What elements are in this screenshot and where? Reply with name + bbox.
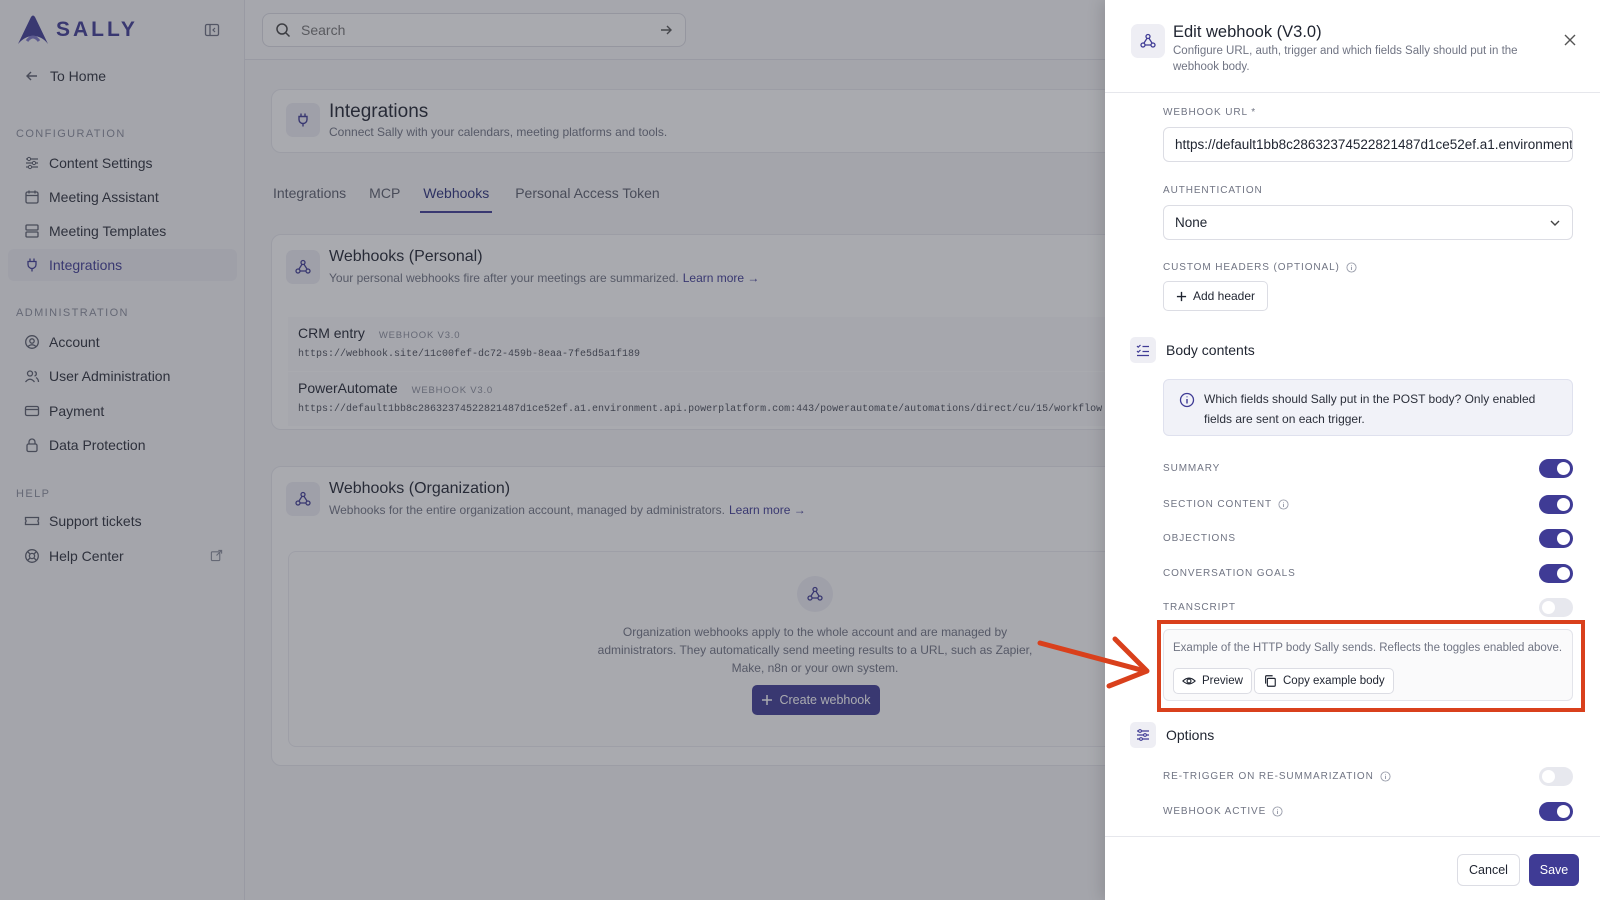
info-icon[interactable]	[1278, 498, 1289, 510]
save-button[interactable]: Save	[1529, 854, 1579, 886]
body-contents-header: Body contents	[1130, 337, 1255, 363]
plus-icon	[1176, 291, 1187, 301]
add-header-label: Add header	[1192, 289, 1256, 303]
section-content-label: SECTION CONTENT	[1163, 498, 1273, 510]
retrigger-toggle[interactable]	[1539, 766, 1573, 786]
objections-toggle[interactable]	[1539, 528, 1573, 548]
info-icon	[1179, 392, 1195, 408]
cancel-button[interactable]: Cancel	[1457, 854, 1520, 886]
custom-headers-label-row: CUSTOM HEADERS (OPTIONAL)	[1163, 262, 1357, 273]
annotation-arrow-icon	[1037, 636, 1150, 689]
field-toggle-row-summary: SUMMARY	[1163, 458, 1573, 478]
option-row-webhook-active: WEBHOOK ACTIVE	[1163, 801, 1573, 821]
body-contents-title: Body contents	[1166, 342, 1255, 358]
body-info-box: Which fields should Sally put in the POS…	[1163, 379, 1573, 436]
checklist-icon	[1130, 337, 1156, 363]
info-icon[interactable]	[1272, 805, 1283, 817]
objections-label: OBJECTIONS	[1163, 532, 1236, 544]
conversation-goals-toggle[interactable]	[1539, 563, 1573, 583]
custom-headers-label: CUSTOM HEADERS (OPTIONAL)	[1163, 262, 1340, 273]
retrigger-label-row: RE-TRIGGER ON RE-SUMMARIZATION	[1163, 771, 1391, 782]
transcript-label: TRANSCRIPT	[1163, 601, 1236, 613]
sliders-icon	[1130, 722, 1156, 748]
webhook-active-label-row: WEBHOOK ACTIVE	[1163, 806, 1283, 817]
chevron-down-icon	[1550, 220, 1560, 226]
field-toggle-row-section-content: SECTION CONTENT	[1163, 494, 1573, 514]
webhook-active-label: WEBHOOK ACTIVE	[1163, 805, 1267, 817]
summary-toggle[interactable]	[1539, 458, 1573, 478]
options-header: Options	[1130, 722, 1214, 748]
retrigger-label: RE-TRIGGER ON RE-SUMMARIZATION	[1163, 770, 1374, 782]
webhook-url-input[interactable]: https://default1bb8c28632374522821487d1c…	[1163, 127, 1573, 162]
webhook-url-value: https://default1bb8c28632374522821487d1c…	[1175, 137, 1573, 152]
info-icon[interactable]	[1380, 770, 1391, 782]
options-title: Options	[1166, 727, 1215, 743]
annotation-highlight-box	[1157, 620, 1585, 712]
authentication-label: AUTHENTICATION	[1163, 185, 1263, 196]
option-row-retrigger: RE-TRIGGER ON RE-SUMMARIZATION	[1163, 766, 1573, 786]
drawer-subtitle: Configure URL, auth, trigger and which f…	[1173, 45, 1518, 73]
close-icon[interactable]	[1564, 34, 1576, 46]
body-info-text: Which fields should Sally put in the POS…	[1204, 392, 1536, 426]
section-content-label-row: SECTION CONTENT	[1163, 499, 1289, 510]
transcript-toggle[interactable]	[1539, 597, 1573, 617]
drawer-header: Edit webhook (V3.0) Configure URL, auth,…	[1105, 0, 1600, 93]
field-toggle-row-transcript: TRANSCRIPT	[1163, 597, 1573, 617]
add-header-button[interactable]: Add header	[1163, 281, 1268, 311]
field-toggle-row-conversation-goals: CONVERSATION GOALS	[1163, 563, 1573, 583]
info-icon[interactable]	[1346, 262, 1357, 273]
edit-webhook-drawer: Edit webhook (V3.0) Configure URL, auth,…	[1105, 0, 1600, 900]
conversation-goals-label: CONVERSATION GOALS	[1163, 567, 1296, 579]
authentication-select[interactable]: None	[1163, 205, 1573, 240]
summary-label: SUMMARY	[1163, 462, 1221, 474]
field-toggle-row-objections: OBJECTIONS	[1163, 528, 1573, 548]
drawer-footer: Cancel Save	[1105, 836, 1600, 900]
webhook-active-toggle[interactable]	[1539, 801, 1573, 821]
section-content-toggle[interactable]	[1539, 494, 1573, 514]
webhook-icon	[1131, 24, 1165, 58]
authentication-value: None	[1175, 215, 1208, 230]
drawer-title: Edit webhook (V3.0)	[1173, 23, 1322, 41]
webhook-url-label: WEBHOOK URL *	[1163, 107, 1257, 118]
